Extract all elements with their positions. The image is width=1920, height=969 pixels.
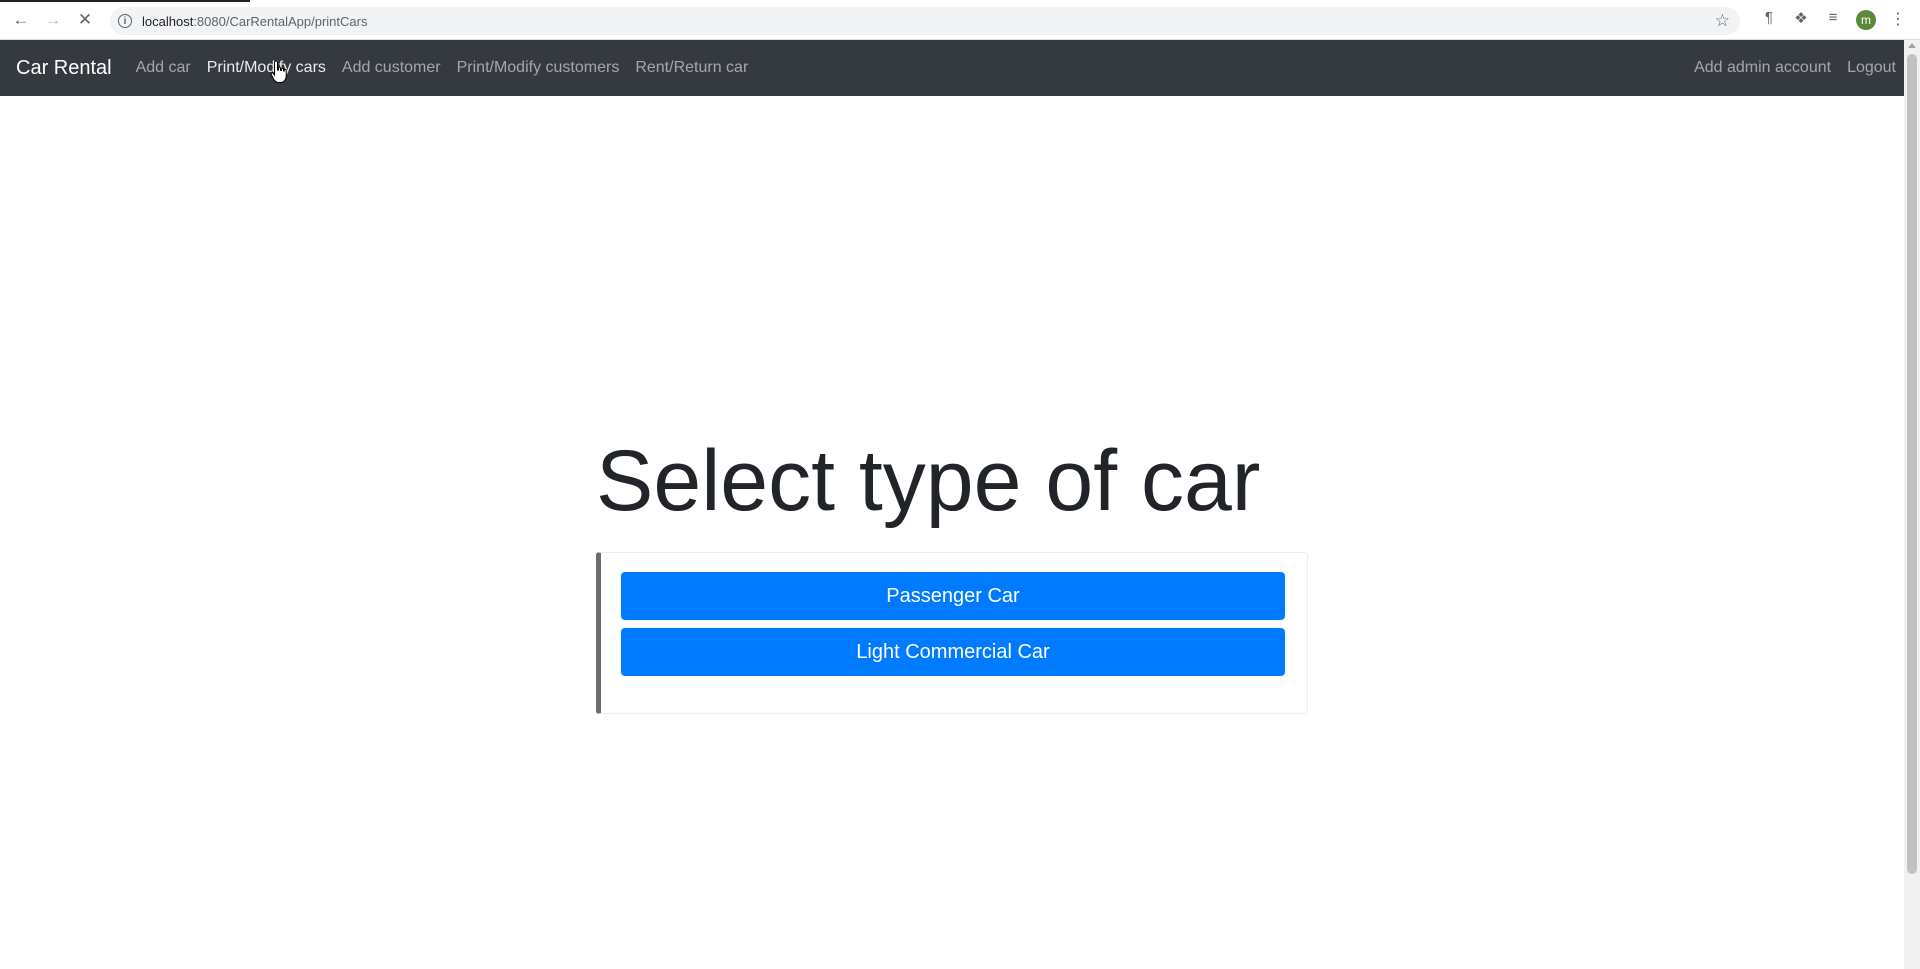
scrollbar-thumb[interactable]	[1907, 54, 1917, 874]
back-icon[interactable]: ←	[10, 9, 32, 31]
navbar-right: Add admin account Logout	[1678, 40, 1896, 96]
passenger-car-button[interactable]: Passenger Car	[621, 572, 1285, 620]
car-type-panel: Passenger Car Light Commercial Car	[596, 552, 1308, 714]
scroll-up-arrow-icon[interactable]	[1908, 43, 1916, 48]
light-commercial-car-button[interactable]: Light Commercial Car	[621, 628, 1285, 676]
bookmark-star-icon[interactable]: ☆	[1715, 11, 1730, 31]
profile-avatar[interactable]: m	[1856, 10, 1876, 30]
page-title: Select type of car	[596, 433, 1261, 529]
page-scrollbar[interactable]	[1904, 40, 1920, 969]
reading-list-icon[interactable]: ≡	[1822, 9, 1844, 26]
url-text: localhost:8080/CarRentalApp/printCars	[142, 14, 367, 29]
nav-add-admin-account[interactable]: Add admin account	[1694, 59, 1831, 77]
menu-kebab-icon[interactable]: ⋮	[1890, 9, 1906, 29]
hand-cursor-icon	[270, 60, 287, 83]
pilcrow-extension-icon[interactable]: ¶	[1758, 9, 1780, 26]
forward-icon[interactable]: →	[42, 9, 64, 31]
url-host: localhost	[142, 13, 194, 29]
stop-loading-icon[interactable]: ✕	[74, 9, 96, 31]
nav-print-modify-customers[interactable]: Print/Modify customers	[457, 59, 620, 77]
nav-rent-return-car[interactable]: Rent/Return car	[635, 59, 748, 77]
tab-strip-edge	[0, 0, 250, 2]
site-info-icon[interactable]: i	[118, 14, 132, 28]
nav-add-car[interactable]: Add car	[136, 59, 191, 77]
nav-logout[interactable]: Logout	[1847, 59, 1896, 77]
browser-toolbar: ← → ✕ i localhost:8080/CarRentalApp/prin…	[0, 0, 1920, 40]
url-path: :8080/CarRentalApp/printCars	[193, 13, 368, 29]
navbar-brand[interactable]: Car Rental	[16, 57, 112, 80]
nav-print-modify-cars[interactable]: Print/Modify cars	[207, 59, 326, 77]
extensions-puzzle-icon[interactable]: ❖	[1790, 9, 1812, 27]
address-bar[interactable]: i localhost:8080/CarRentalApp/printCars …	[110, 7, 1740, 35]
nav-add-customer[interactable]: Add customer	[342, 59, 441, 77]
